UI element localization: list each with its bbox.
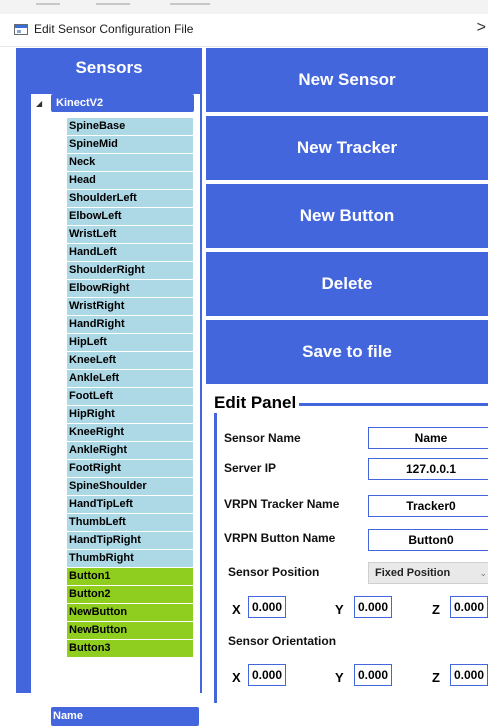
tree-item-kinectv2[interactable]: KinectV2: [51, 94, 194, 112]
sensor-tree[interactable]: ◢ KinectV2 SpineBase SpineMid Neck Head Shou…: [31, 94, 200, 726]
tree-item-joint[interactable]: HandRight: [67, 316, 193, 333]
ghost-text: [96, 3, 130, 5]
orientation-z-label: Z: [432, 670, 440, 685]
tree-item-joint[interactable]: AnkleRight: [67, 442, 193, 459]
tree-item-joint[interactable]: WristRight: [67, 298, 193, 315]
vrpn-tracker-name-field[interactable]: [368, 495, 488, 517]
window-title: Edit Sensor Configuration File: [34, 22, 194, 36]
sensors-panel: Sensors ◢ KinectV2 SpineBase SpineMid Neck…: [16, 48, 202, 726]
position-z-label: Z: [432, 602, 440, 617]
sensor-name-label: Sensor Name: [224, 431, 301, 445]
tree-item-button[interactable]: Button1: [67, 568, 193, 585]
position-y-field[interactable]: [354, 596, 392, 618]
tree-item-joint[interactable]: Neck: [67, 154, 193, 171]
app-window-icon: [14, 24, 28, 35]
tree-item-joint[interactable]: ShoulderLeft: [67, 190, 193, 207]
new-button-button[interactable]: New Button: [206, 184, 488, 248]
tree-item-button[interactable]: NewButton: [67, 622, 193, 639]
position-mode-dropdown[interactable]: Fixed Position ⌄: [368, 562, 488, 584]
ghost-text: [36, 3, 60, 5]
tree-item-joint[interactable]: FootLeft: [67, 388, 193, 405]
tree-item-joint[interactable]: FootRight: [67, 460, 193, 477]
save-to-file-button[interactable]: Save to file: [206, 320, 488, 384]
delete-button[interactable]: Delete: [206, 252, 488, 316]
new-tracker-button[interactable]: New Tracker: [206, 116, 488, 180]
sensors-header: Sensors: [75, 58, 143, 77]
vrpn-tracker-name-label: VRPN Tracker Name: [224, 497, 340, 511]
sensor-position-label: Sensor Position: [228, 565, 320, 579]
orientation-y-field[interactable]: [354, 664, 392, 686]
chevron-down-icon: ⌄: [479, 568, 487, 578]
orientation-x-field[interactable]: [248, 664, 286, 686]
server-ip-field[interactable]: [368, 458, 488, 480]
position-z-field[interactable]: [450, 596, 488, 618]
tree-item-joint[interactable]: Head: [67, 172, 193, 189]
tree-item-joint[interactable]: KneeLeft: [67, 352, 193, 369]
expand-arrow-icon[interactable]: ◢: [36, 99, 42, 108]
tree-item-joint[interactable]: SpineBase: [67, 118, 193, 135]
overflow-chevron-icon[interactable]: >: [477, 19, 486, 37]
kinect-children: SpineBase SpineMid Neck Head ShoulderLeft Elb…: [67, 118, 193, 658]
position-mode-value: Fixed Position: [375, 567, 451, 579]
tree-item-joint[interactable]: HipLeft: [67, 334, 193, 351]
edit-panel-title: Edit Panel: [214, 393, 300, 413]
tree-item-joint[interactable]: HandTipLeft: [67, 496, 193, 513]
edit-panel: Edit Panel Sensor Name Server IP VRPN Tr…: [206, 385, 488, 703]
tree-item-joint[interactable]: HandLeft: [67, 244, 193, 261]
tree-item-joint[interactable]: KneeRight: [67, 424, 193, 441]
position-x-field[interactable]: [248, 596, 286, 618]
tree-item-name[interactable]: Name: [51, 707, 199, 726]
position-y-label: Y: [335, 602, 344, 617]
vrpn-button-name-label: VRPN Button Name: [224, 531, 336, 545]
tree-item-joint[interactable]: SpineShoulder: [67, 478, 193, 495]
tree-item-joint[interactable]: ShoulderRight: [67, 262, 193, 279]
tree-item-joint[interactable]: WristLeft: [67, 226, 193, 243]
tree-item-button[interactable]: Button2: [67, 586, 193, 603]
tree-item-joint[interactable]: ElbowLeft: [67, 208, 193, 225]
tree-item-joint[interactable]: AnkleLeft: [67, 370, 193, 387]
sensor-name-field[interactable]: [368, 427, 488, 449]
tree-item-joint[interactable]: HipRight: [67, 406, 193, 423]
orientation-x-label: X: [232, 670, 241, 685]
tree-item-joint[interactable]: ElbowRight: [67, 280, 193, 297]
new-sensor-button[interactable]: New Sensor: [206, 48, 488, 112]
server-ip-label: Server IP: [224, 461, 277, 475]
orientation-z-field[interactable]: [450, 664, 488, 686]
position-x-label: X: [232, 602, 241, 617]
vrpn-button-name-field[interactable]: [368, 529, 488, 551]
tree-item-joint[interactable]: HandTipRight: [67, 532, 193, 549]
title-bar: Edit Sensor Configuration File >: [0, 14, 488, 47]
tree-item-joint[interactable]: ThumbLeft: [67, 514, 193, 531]
sensor-orientation-label: Sensor Orientation: [228, 634, 337, 648]
orientation-y-label: Y: [335, 670, 344, 685]
tree-item-joint[interactable]: SpineMid: [67, 136, 193, 153]
tree-item-joint[interactable]: ThumbRight: [67, 550, 193, 567]
tree-item-button[interactable]: NewButton: [67, 604, 193, 621]
ghost-text: [170, 3, 210, 5]
background-window-strip: [0, 0, 488, 14]
tree-item-button[interactable]: Button3: [67, 640, 193, 657]
